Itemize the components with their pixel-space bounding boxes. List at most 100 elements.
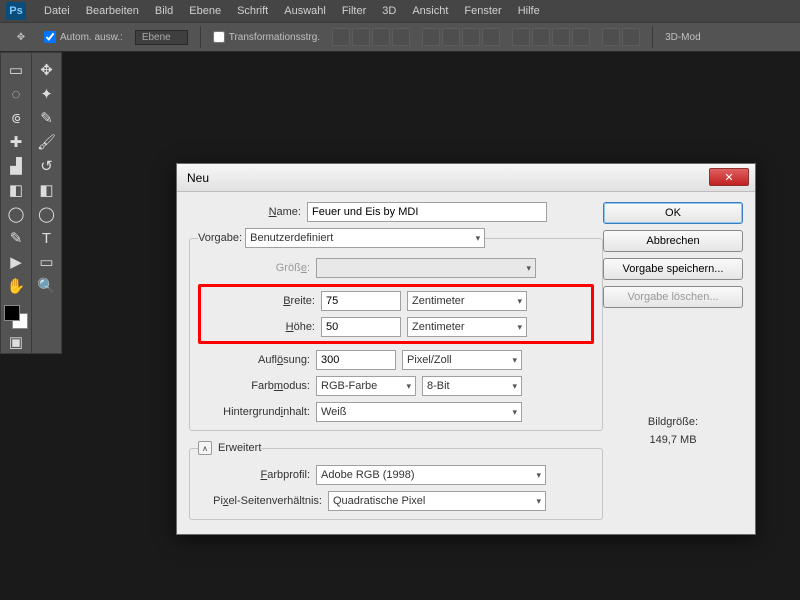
align-btn[interactable] (352, 28, 370, 46)
hand-tool-icon[interactable]: ✋ (3, 275, 29, 297)
align-btn[interactable] (422, 28, 440, 46)
options-divider (652, 26, 653, 48)
heal-tool-icon[interactable]: ✚ (3, 131, 29, 153)
menu-filter[interactable]: Filter (334, 5, 374, 17)
name-field[interactable] (307, 202, 547, 222)
save-preset-button[interactable]: Vorgabe speichern... (603, 258, 743, 280)
gradient-tool-icon[interactable]: ◧ (34, 179, 60, 201)
options-divider (200, 26, 201, 48)
color-swatch[interactable] (4, 305, 28, 329)
align-btn[interactable] (622, 28, 640, 46)
new-document-dialog: Neu ✕ Name: Vorgabe: Benutzerdefiniert G… (176, 163, 756, 535)
highlight-annotation: Breite: Zentimeter Höhe: Zentimeter (198, 284, 594, 344)
size-label: Größe: (198, 262, 316, 274)
brush-tool-icon[interactable]: 🖌 (34, 131, 60, 153)
preset-select[interactable]: Benutzerdefiniert (245, 228, 485, 248)
transform-check[interactable] (213, 31, 225, 43)
preset-label: Vorgabe: (198, 232, 242, 244)
eyedrop-tool-icon[interactable]: ✎ (34, 107, 60, 129)
eraser-tool-icon[interactable]: ◧ (3, 179, 29, 201)
width-label: Breite: (203, 295, 321, 307)
menu-help[interactable]: Hilfe (510, 5, 548, 17)
height-unit-select[interactable]: Zentimeter (407, 317, 527, 337)
dodge-tool-icon[interactable]: ◯ (34, 203, 60, 225)
height-field[interactable] (321, 317, 401, 337)
auto-select-label: Autom. ausw.: (60, 32, 123, 43)
filesize-label: Bildgröße: (603, 414, 743, 432)
history-brush-tool-icon[interactable]: ↺ (34, 155, 60, 177)
app-logo: Ps (6, 2, 26, 20)
align-btn[interactable] (392, 28, 410, 46)
tool-panel: ▭ ◌ ⟃ ✚ ▟ ◧ ◯ ✎ ▶ ✋ ▣ ✥ ✦ ✎ 🖌 ↺ ◧ ◯ T ▭ … (0, 52, 62, 354)
fg-color[interactable] (4, 305, 20, 321)
type-tool-icon[interactable]: T (34, 227, 60, 249)
menu-type[interactable]: Schrift (229, 5, 276, 17)
advanced-toggle[interactable]: ʌ Erweitert (198, 441, 261, 455)
background-select[interactable]: Weiß (316, 402, 522, 422)
ok-button[interactable]: OK (603, 202, 743, 224)
move-tool-icon[interactable]: ✥ (34, 59, 60, 81)
quickmask-icon[interactable]: ▣ (3, 331, 29, 353)
bitdepth-select[interactable]: 8-Bit (422, 376, 522, 396)
name-label: Name: (189, 206, 307, 218)
align-btn[interactable] (372, 28, 390, 46)
path-select-tool-icon[interactable]: ▶ (3, 251, 29, 273)
align-btn[interactable] (482, 28, 500, 46)
shape-tool-icon[interactable]: ▭ (34, 251, 60, 273)
menu-view[interactable]: Ansicht (404, 5, 456, 17)
menu-3d[interactable]: 3D (374, 5, 404, 17)
dialog-titlebar[interactable]: Neu ✕ (177, 164, 755, 192)
align-btn[interactable] (332, 28, 350, 46)
align-btn[interactable] (572, 28, 590, 46)
filesize-value: 149,7 MB (603, 432, 743, 450)
menu-edit[interactable]: Bearbeiten (78, 5, 147, 17)
align-group-2 (422, 28, 500, 46)
align-group-4 (602, 28, 640, 46)
menu-bar: Ps Datei Bearbeiten Bild Ebene Schrift A… (0, 0, 800, 22)
width-unit-select[interactable]: Zentimeter (407, 291, 527, 311)
dialog-title: Neu (187, 171, 209, 185)
background-label: Hintergrundinhalt: (198, 406, 316, 418)
marquee-tool-icon[interactable]: ▭ (3, 59, 29, 81)
height-label: Höhe: (203, 321, 321, 333)
cancel-button[interactable]: Abbrechen (603, 230, 743, 252)
delete-preset-button: Vorgabe löschen... (603, 286, 743, 308)
wand-tool-icon[interactable]: ✦ (34, 83, 60, 105)
resolution-field[interactable] (316, 350, 396, 370)
stamp-tool-icon[interactable]: ▟ (3, 155, 29, 177)
menu-select[interactable]: Auswahl (276, 5, 334, 17)
align-btn[interactable] (442, 28, 460, 46)
auto-select-checkbox[interactable]: Autom. ausw.: (44, 31, 123, 43)
menu-layer[interactable]: Ebene (181, 5, 229, 17)
transform-label: Transformationsstrg. (229, 32, 320, 43)
align-group-1 (332, 28, 410, 46)
menu-window[interactable]: Fenster (456, 5, 509, 17)
colormode-select[interactable]: RGB-Farbe (316, 376, 416, 396)
transform-controls-checkbox[interactable]: Transformationsstrg. (213, 31, 320, 43)
pen-tool-icon[interactable]: ✎ (3, 227, 29, 249)
align-btn[interactable] (512, 28, 530, 46)
size-select (316, 258, 536, 278)
menu-file[interactable]: Datei (36, 5, 78, 17)
align-btn[interactable] (552, 28, 570, 46)
close-button[interactable]: ✕ (709, 168, 749, 186)
lasso-tool-icon[interactable]: ◌ (3, 83, 29, 105)
align-btn[interactable] (602, 28, 620, 46)
zoom-tool-icon[interactable]: 🔍 (34, 275, 60, 297)
width-field[interactable] (321, 291, 401, 311)
advanced-label: Erweitert (218, 442, 261, 454)
auto-select-target[interactable]: Ebene (135, 30, 188, 45)
menu-image[interactable]: Bild (147, 5, 181, 17)
blur-tool-icon[interactable]: ◯ (3, 203, 29, 225)
resolution-unit-select[interactable]: Pixel/Zoll (402, 350, 522, 370)
aspect-select[interactable]: Quadratische Pixel (328, 491, 546, 511)
profile-select[interactable]: Adobe RGB (1998) (316, 465, 546, 485)
move-tool-icon[interactable]: ✥ (10, 26, 32, 48)
resolution-label: Auflösung: (198, 354, 316, 366)
crop-tool-icon[interactable]: ⟃ (3, 107, 29, 129)
three-d-mode-label[interactable]: 3D-Mod (665, 32, 701, 43)
chevron-up-icon: ʌ (198, 441, 212, 455)
align-btn[interactable] (462, 28, 480, 46)
auto-select-check[interactable] (44, 31, 56, 43)
align-btn[interactable] (532, 28, 550, 46)
